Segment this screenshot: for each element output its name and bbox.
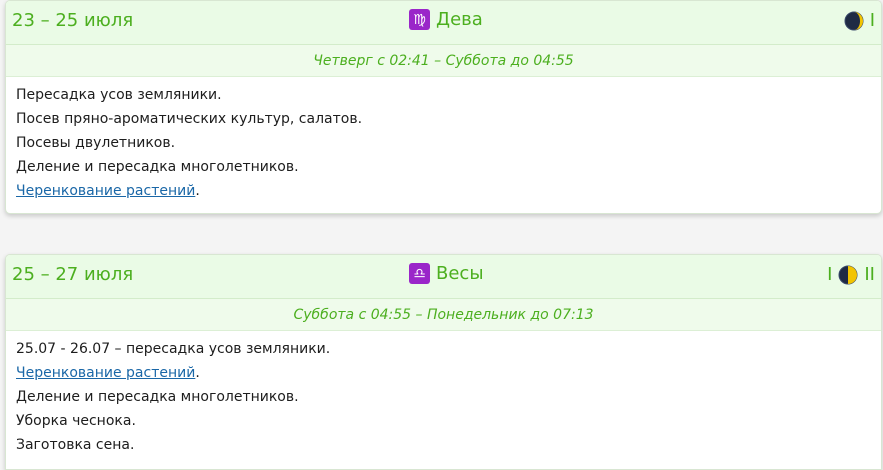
first-quarter-moon-icon <box>838 265 858 284</box>
moon-phase-before: I <box>827 264 833 285</box>
work-list: 25.07 - 26.07 – пересадка усов земляники… <box>6 331 881 457</box>
cutting-plants-link[interactable]: Черенкование растений <box>16 183 195 199</box>
list-item: Заготовка сена. <box>16 437 135 453</box>
cutting-plants-link[interactable]: Черенкование растений <box>16 365 195 381</box>
link-suffix: . <box>195 365 200 381</box>
moon-phase: I II <box>827 264 875 285</box>
card-header: 25 – 27 июля ♎ Весы I II <box>6 255 881 299</box>
zodiac-sign-name: Дева <box>436 9 483 30</box>
list-item: Уборка чеснока. <box>16 413 136 429</box>
zodiac-sign[interactable]: ♍ Дева <box>409 9 483 30</box>
list-item: Черенкование растений. <box>16 179 871 203</box>
list-item: Посевы двулетников. <box>16 135 176 151</box>
waxing-crescent-moon-icon <box>844 11 864 30</box>
list-item: Черенкование растений. <box>16 361 871 385</box>
lunar-period-card: 23 – 25 июля ♍ Дева I Четверг с 02:41 – … <box>5 0 882 214</box>
date-range: 23 – 25 июля <box>12 10 134 31</box>
time-range: Суббота с 04:55 – Понедельник до 07:13 <box>6 299 881 331</box>
virgo-icon: ♍ <box>409 9 430 30</box>
time-range: Четверг с 02:41 – Суббота до 04:55 <box>6 45 881 77</box>
moon-phase-after: I <box>869 10 875 31</box>
list-item: Посев пряно-ароматических культур, салат… <box>16 111 363 127</box>
lunar-period-card: 25 – 27 июля ♎ Весы I II Суббота с 04:55… <box>5 254 882 470</box>
zodiac-sign-name: Весы <box>436 263 484 284</box>
libra-icon: ♎ <box>409 263 430 284</box>
moon-phase: I <box>838 10 875 31</box>
list-item: Деление и пересадка многолетников. <box>16 389 299 405</box>
work-list: Пересадка усов земляники. Посев пряно-ар… <box>6 77 881 203</box>
moon-phase-after: II <box>864 264 875 285</box>
zodiac-sign[interactable]: ♎ Весы <box>409 263 484 284</box>
list-item: Пересадка усов земляники. <box>16 87 222 103</box>
list-item: Деление и пересадка многолетников. <box>16 159 299 175</box>
link-suffix: . <box>195 183 200 199</box>
list-item: 25.07 - 26.07 – пересадка усов земляники… <box>16 341 331 357</box>
card-header: 23 – 25 июля ♍ Дева I <box>6 1 881 45</box>
date-range: 25 – 27 июля <box>12 264 134 285</box>
